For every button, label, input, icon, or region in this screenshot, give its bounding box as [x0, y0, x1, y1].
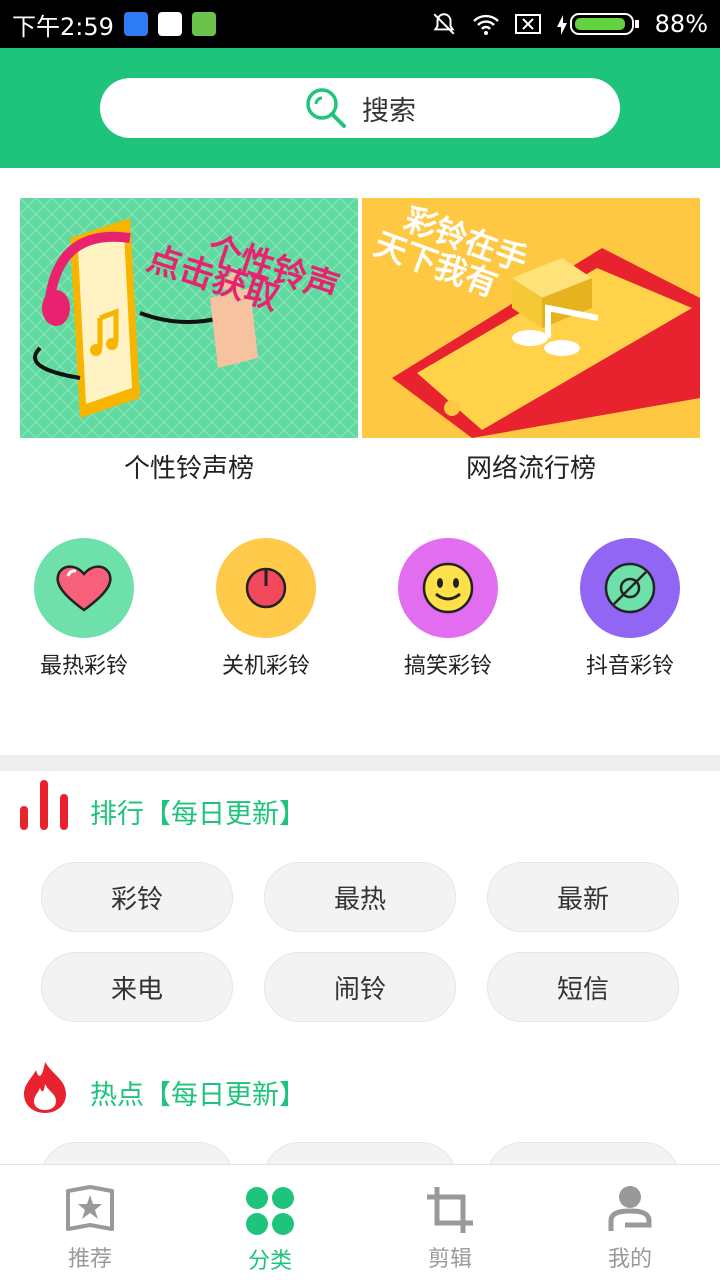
battery-icon: [556, 13, 639, 35]
category-hottest[interactable]: 最热彩铃: [14, 538, 154, 680]
nav-edit[interactable]: 剪辑: [360, 1165, 540, 1280]
category-label: 搞笑彩铃: [403, 654, 492, 679]
category-label: 最热彩铃: [39, 654, 128, 679]
no-sim-icon: [514, 14, 541, 34]
category-label: 关机彩铃: [221, 654, 310, 679]
tag-incoming-call[interactable]: 来电: [41, 952, 233, 1022]
ranking-title: 排行【每日更新】: [90, 799, 306, 830]
smiley-icon: [398, 538, 498, 638]
power-icon: [216, 538, 316, 638]
user-icon: [608, 1186, 652, 1231]
search-icon: [306, 88, 346, 128]
nav-mine[interactable]: 我的: [540, 1165, 720, 1280]
bar-chart-icon: [20, 780, 68, 830]
star-book-icon: [66, 1185, 114, 1231]
category-label: 抖音彩铃: [585, 654, 674, 679]
disc-icon: [580, 538, 680, 638]
mute-icon: [433, 13, 455, 35]
nav-label: 剪辑: [427, 1247, 472, 1272]
battery-percent: 88%: [654, 10, 708, 38]
status-time: 下午2:59: [12, 12, 114, 41]
flame-icon: [24, 1062, 66, 1113]
qq-icon: [157, 12, 182, 36]
nav-label: 分类: [247, 1249, 292, 1274]
search-label: 搜索: [362, 95, 416, 127]
banner-label-popular: 网络流行榜: [465, 454, 596, 484]
category-shutdown[interactable]: 关机彩铃: [196, 538, 336, 680]
category-funny[interactable]: 搞笑彩铃: [378, 538, 518, 680]
sim-icon: [191, 12, 216, 36]
shield-icon: [123, 12, 148, 36]
tag-hottest[interactable]: 最热: [264, 862, 456, 932]
hot-title: 热点【每日更新】: [90, 1080, 306, 1111]
heart-icon: [34, 538, 134, 638]
tag-sms[interactable]: 短信: [487, 952, 679, 1022]
nav-label: 我的: [607, 1247, 652, 1272]
banner-label-personal: 个性铃声榜: [123, 454, 254, 484]
category-douyin[interactable]: 抖音彩铃: [560, 538, 700, 680]
wifi-icon: [472, 14, 499, 35]
popular-phone-illustration: 彩铃在手 天下我有: [362, 198, 700, 438]
nav-recommend[interactable]: 推荐: [0, 1165, 180, 1280]
status-bar: 下午2:59 88%: [0, 0, 720, 48]
clover-icon: [246, 1187, 294, 1235]
tag-alarm[interactable]: 闹铃: [264, 952, 456, 1022]
tag-ringback[interactable]: 彩铃: [41, 862, 233, 932]
bottom-nav: 推荐 分类 剪辑 我的: [0, 1164, 720, 1280]
nav-category[interactable]: 分类: [180, 1165, 360, 1280]
header: 搜索: [0, 48, 720, 168]
ringtone-phone-illustration: 个性铃声 点击获取: [20, 198, 358, 438]
banner-popular-chart[interactable]: 彩铃在手 天下我有: [362, 198, 700, 438]
tag-newest[interactable]: 最新: [487, 862, 679, 932]
banner-personal-ringtones[interactable]: 个性铃声 点击获取: [20, 198, 358, 438]
section-divider: [0, 755, 720, 771]
search-box[interactable]: 搜索: [100, 78, 620, 138]
crop-icon: [427, 1187, 473, 1233]
nav-label: 推荐: [67, 1247, 112, 1272]
